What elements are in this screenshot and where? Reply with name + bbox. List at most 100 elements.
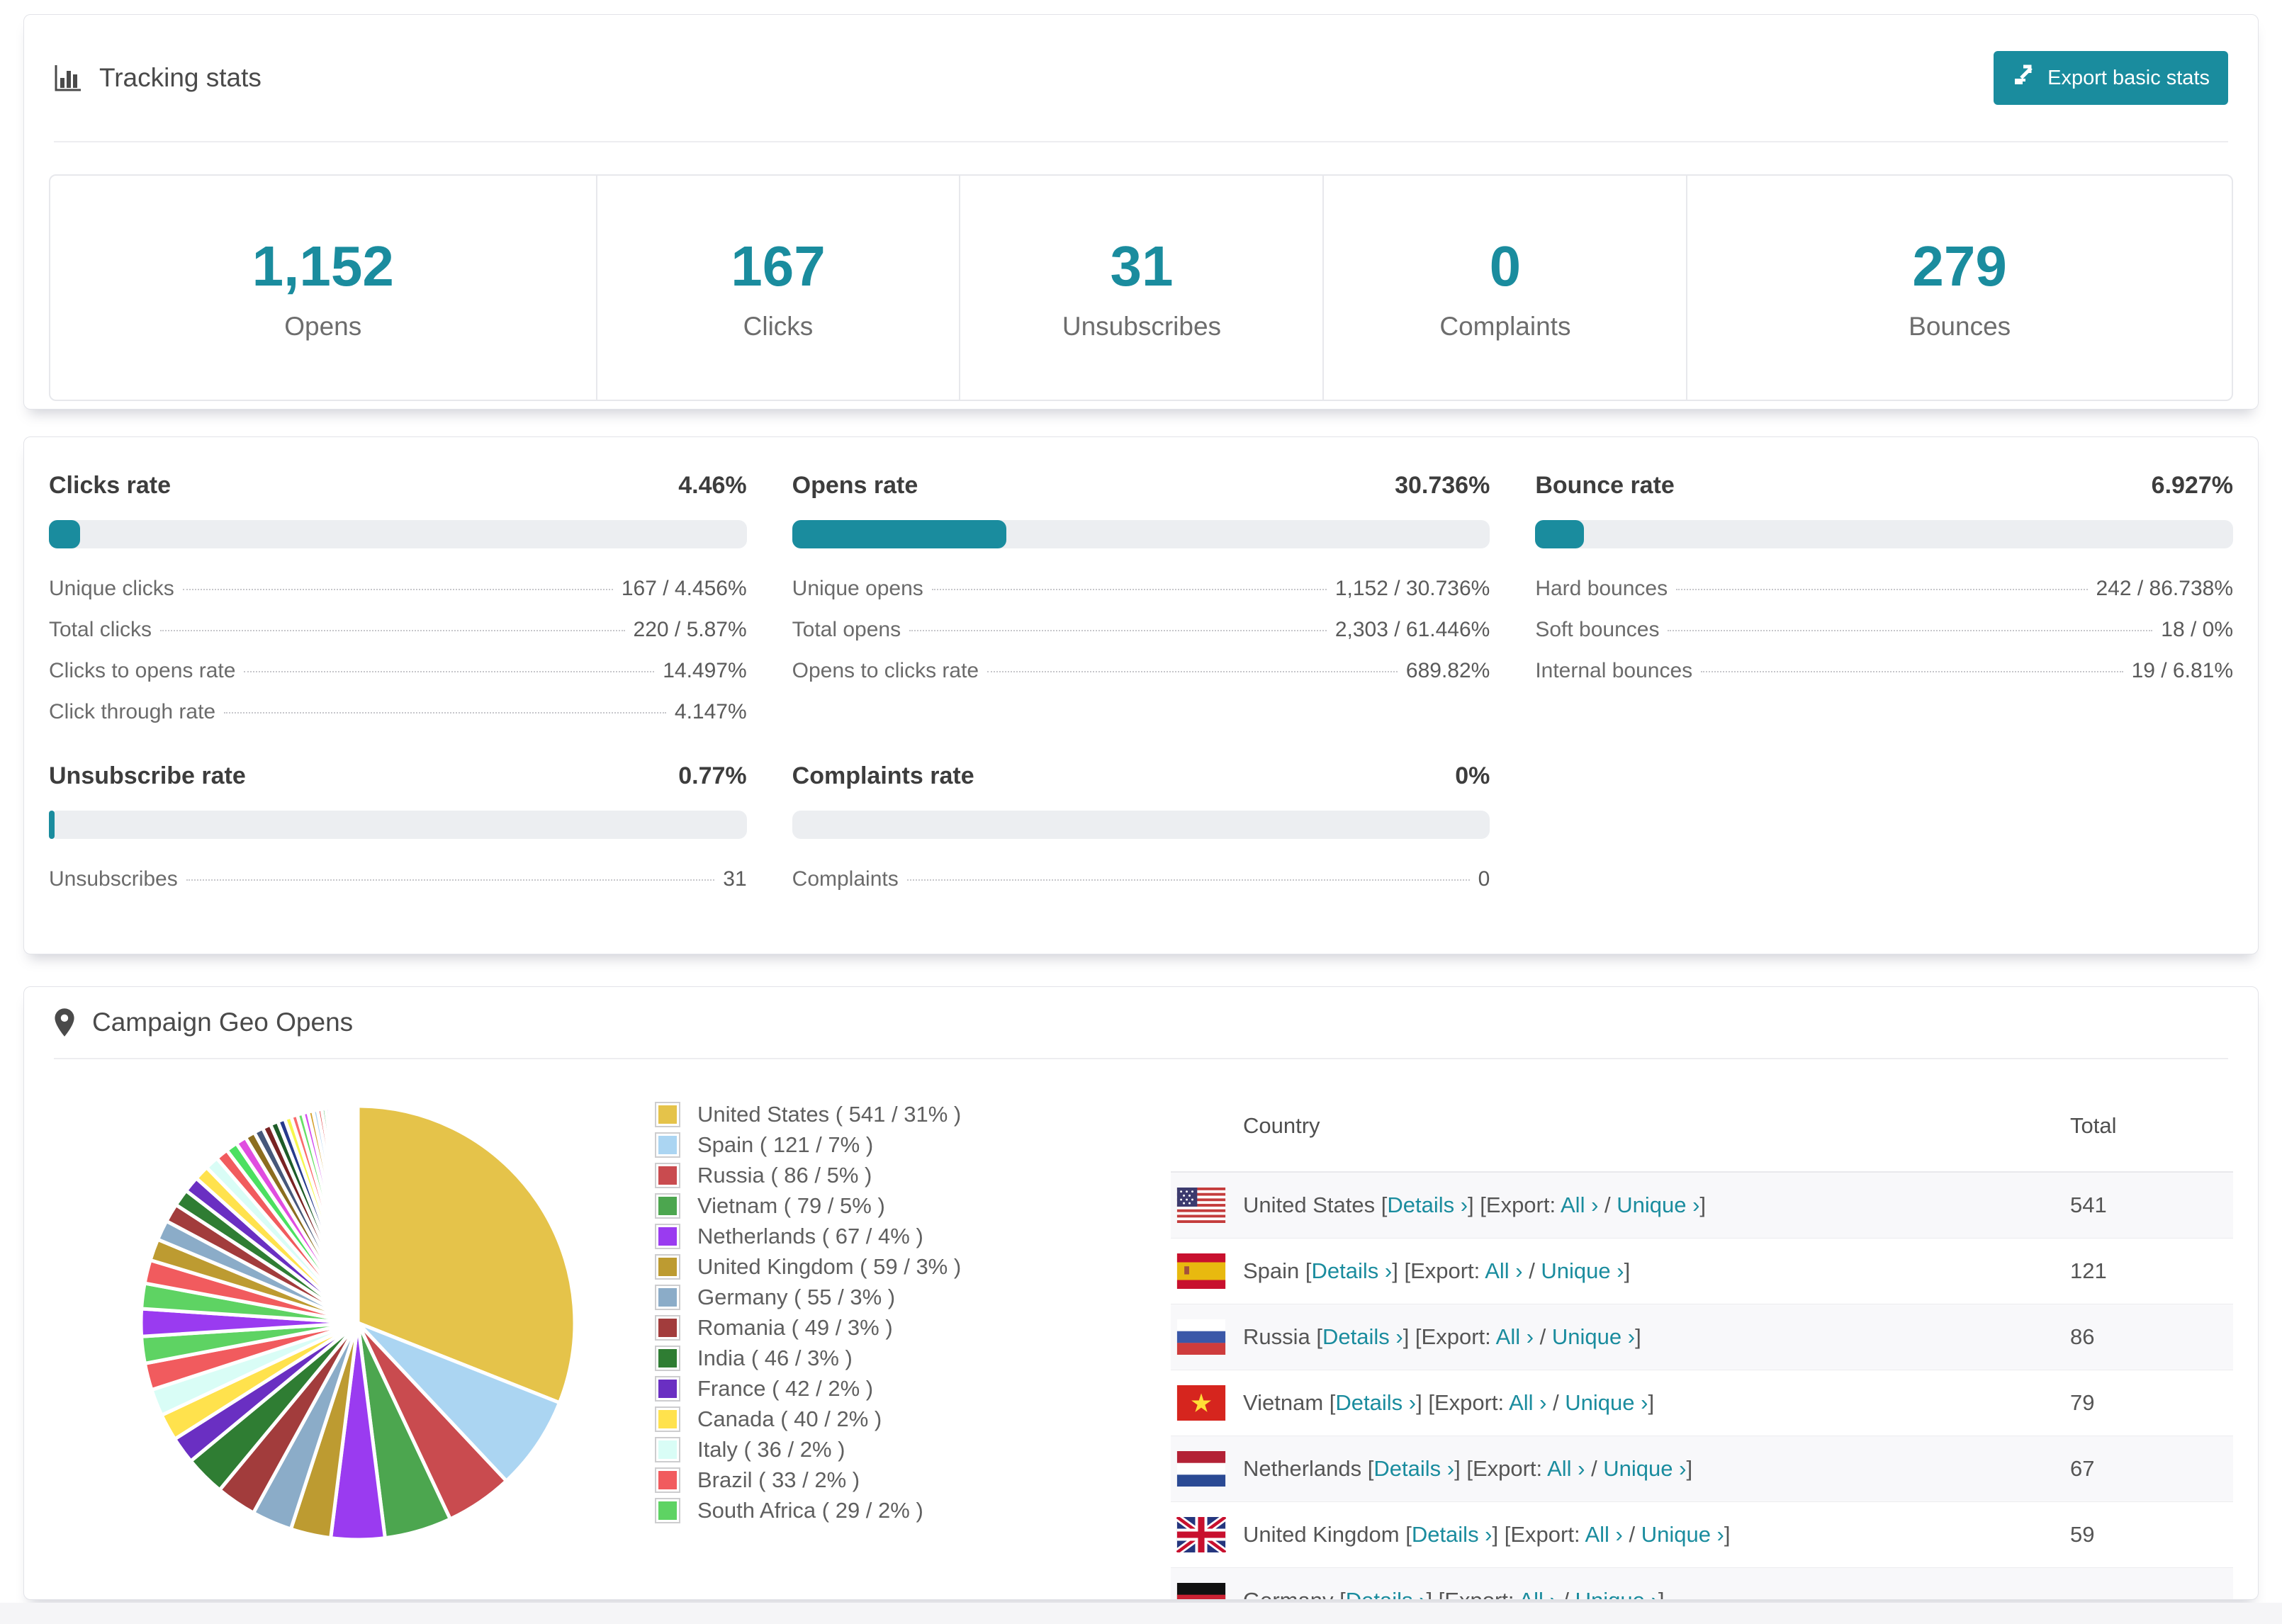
country-cell: United Kingdom [Details ›] [Export: All … (1243, 1522, 2070, 1547)
country-cell: Germany [Details ›] [Export: All › / Uni… (1243, 1588, 2070, 1599)
legend-swatch-color (658, 1501, 677, 1520)
export-basic-stats-button[interactable]: Export basic stats (1994, 51, 2228, 105)
export-unique-link[interactable]: Unique › (1617, 1192, 1699, 1217)
rate-row: Soft bounces 18 / 0% (1535, 618, 2233, 659)
pie-slice-other[interactable] (354, 1104, 360, 1324)
rate-panel: Clicks rate 4.46% Unique clicks 167 / 4.456… (49, 472, 747, 741)
export-all-link[interactable]: All › (1585, 1522, 1622, 1547)
geo-table-row: Germany [Details ›] [Export: All › / Uni… (1171, 1568, 2233, 1599)
rates-grid: Clicks rate 4.46% Unique clicks 167 / 4.456… (49, 472, 2233, 908)
rate-row-value: 1,152 / 30.736% (1334, 577, 1490, 600)
export-all-link[interactable]: All › (1509, 1390, 1546, 1415)
geo-title: Campaign Geo Opens (92, 1008, 354, 1037)
rate-panel: Unsubscribe rate 0.77% Unsubscribes 31 (49, 762, 747, 908)
country-name: United Kingdom (1243, 1522, 1406, 1547)
rate-progress-fill (1535, 520, 1584, 548)
legend-swatch (655, 1162, 680, 1188)
rate-row-label: Unique clicks (49, 577, 174, 600)
export-label: Export: (1472, 1456, 1548, 1481)
legend-label: Spain ( 121 / 7% ) (697, 1132, 874, 1157)
total-cell: 86 (2070, 1324, 2095, 1349)
legend-label: France ( 42 / 2% ) (697, 1375, 874, 1401)
dotted-leader (906, 879, 1470, 881)
legend-swatch-color (658, 1287, 677, 1307)
legend-swatch (655, 1375, 680, 1402)
rate-row-label: Unique opens (792, 577, 923, 600)
bracket: ] (1724, 1522, 1731, 1547)
legend-label: India ( 46 / 3% ) (697, 1345, 853, 1370)
gb-flag-icon (1176, 1517, 1226, 1552)
legend-label: Romania ( 49 / 3% ) (697, 1314, 893, 1340)
summary-stat-cell: 167 Clicks (595, 176, 960, 400)
country-cell: Spain [Details ›] [Export: All › / Uniqu… (1243, 1258, 2070, 1284)
rate-row-label: Hard bounces (1535, 577, 1668, 600)
column-header-total: Total (2070, 1113, 2117, 1138)
tracking-stats-title: Tracking stats (54, 63, 262, 93)
rates-card: Clicks rate 4.46% Unique clicks 167 / 4.456… (23, 436, 2259, 954)
export-unique-link[interactable]: Unique › (1603, 1456, 1686, 1481)
legend-swatch-color (658, 1318, 677, 1337)
legend-swatch (655, 1192, 680, 1219)
bracket: ] (1624, 1258, 1631, 1283)
export-all-link[interactable]: All › (1519, 1588, 1556, 1599)
page-background-strip (0, 1603, 2282, 1624)
export-all-link[interactable]: All › (1547, 1456, 1585, 1481)
rate-row: Internal bounces 19 / 6.81% (1535, 659, 2233, 700)
legend-label: Canada ( 40 / 2% ) (697, 1406, 882, 1431)
export-unique-link[interactable]: Unique › (1541, 1258, 1624, 1283)
us-flag-icon (1176, 1188, 1226, 1223)
details-link[interactable]: Details › (1373, 1456, 1454, 1481)
rate-value: 0% (1455, 762, 1490, 789)
export-unique-link[interactable]: Unique › (1575, 1588, 1658, 1599)
rate-row-value: 167 / 4.456% (621, 577, 747, 600)
stat-label: Unsubscribes (1062, 312, 1222, 341)
details-link[interactable]: Details › (1387, 1192, 1468, 1217)
legend-swatch-color (658, 1166, 677, 1185)
ru-flag-icon (1176, 1319, 1226, 1355)
legend-swatch-color (658, 1227, 677, 1246)
rate-progress-fill (792, 520, 1007, 548)
rate-title: Clicks rate (49, 472, 171, 499)
rate-row-value: 18 / 0% (2161, 618, 2233, 641)
bracket: [ (1339, 1588, 1346, 1599)
dotted-leader (160, 630, 625, 631)
details-link[interactable]: Details › (1412, 1522, 1493, 1547)
rate-row-value: 689.82% (1405, 659, 1490, 682)
export-label: Export: (1421, 1324, 1496, 1349)
export-all-link[interactable]: All › (1561, 1192, 1598, 1217)
geo-table-row: United States [Details ›] [Export: All ›… (1171, 1173, 2233, 1239)
details-link[interactable]: Details › (1322, 1324, 1403, 1349)
legend-item: France ( 42 / 2% ) (655, 1373, 995, 1404)
slash: / (1598, 1192, 1617, 1217)
details-link[interactable]: Details › (1346, 1588, 1427, 1599)
geo-title-wrap: Campaign Geo Opens (54, 1008, 353, 1037)
legend-label: Russia ( 86 / 5% ) (697, 1162, 872, 1188)
legend-label: Vietnam ( 79 / 5% ) (697, 1192, 885, 1218)
country-name: Vietnam (1243, 1390, 1330, 1415)
legend-item: Canada ( 40 / 2% ) (655, 1404, 995, 1434)
rate-title: Unsubscribe rate (49, 762, 246, 789)
rate-row-value: 14.497% (663, 659, 747, 682)
export-unique-link[interactable]: Unique › (1552, 1324, 1635, 1349)
geo-header: Campaign Geo Opens (24, 987, 2258, 1058)
bracket: ] [ (1468, 1192, 1486, 1217)
dotted-leader (1701, 671, 2123, 672)
legend-item: Spain ( 121 / 7% ) (655, 1129, 995, 1160)
country-cell: Russia [Details ›] [Export: All › / Uniq… (1243, 1324, 2070, 1350)
legend-swatch-color (658, 1257, 677, 1276)
rate-progress-bar (49, 520, 747, 548)
bracket: ] [ (1492, 1522, 1511, 1547)
details-link[interactable]: Details › (1312, 1258, 1393, 1283)
export-all-link[interactable]: All › (1485, 1258, 1522, 1283)
country-name: United States (1243, 1192, 1381, 1217)
map-marker-icon (54, 1008, 75, 1037)
bracket: ] [ (1454, 1456, 1473, 1481)
details-link[interactable]: Details › (1335, 1390, 1416, 1415)
export-unique-link[interactable]: Unique › (1641, 1522, 1724, 1547)
geo-table-row: Netherlands [Details ›] [Export: All › /… (1171, 1436, 2233, 1502)
legend-item: Italy ( 36 / 2% ) (655, 1434, 995, 1465)
export-all-link[interactable]: All › (1496, 1324, 1534, 1349)
rate-progress-bar (49, 811, 747, 839)
bracket: ] [ (1426, 1588, 1444, 1599)
export-unique-link[interactable]: Unique › (1565, 1390, 1648, 1415)
